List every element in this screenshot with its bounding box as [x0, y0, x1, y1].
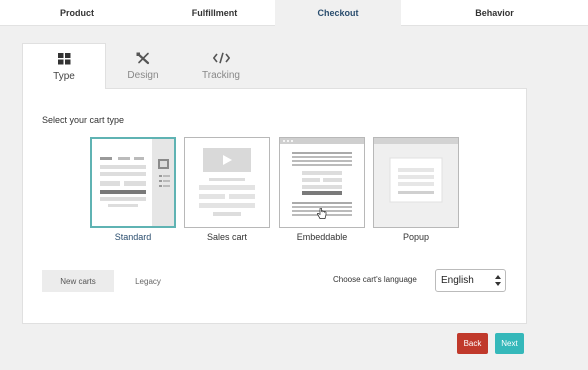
back-button[interactable]: Back: [457, 333, 488, 354]
new-carts-button[interactable]: New carts: [42, 270, 114, 292]
subtab-type[interactable]: Type: [22, 43, 106, 89]
cart-type-prompt: Select your cart type: [42, 115, 125, 125]
cart-option-embeddable[interactable]: [279, 137, 365, 228]
top-tab-bar: Product Fulfillment Checkout Behavior: [0, 0, 588, 26]
code-icon: [212, 50, 230, 66]
cart-option-standard-label: Standard: [114, 232, 152, 242]
language-label: Choose cart's language: [333, 275, 417, 284]
cart-option-sales-cart[interactable]: [184, 137, 270, 228]
cart-option-popup-label: Popup: [402, 232, 430, 242]
popup-cart-illustration: [374, 138, 458, 227]
next-button[interactable]: Next: [495, 333, 524, 354]
cart-option-popup[interactable]: [373, 137, 459, 228]
tab-fulfillment[interactable]: Fulfillment: [154, 0, 275, 26]
subtab-type-label: Type: [53, 71, 75, 82]
subtab-tracking[interactable]: Tracking: [180, 43, 262, 88]
subtab-design[interactable]: Design: [102, 43, 184, 88]
sales-cart-illustration: [199, 148, 255, 216]
language-select[interactable]: English: [435, 269, 506, 292]
language-select-value: English: [441, 275, 474, 286]
tab-product[interactable]: Product: [0, 0, 154, 26]
design-tools-icon: [136, 50, 150, 66]
grid-icon: [57, 51, 71, 67]
standard-cart-illustration: [100, 139, 174, 226]
tab-checkout[interactable]: Checkout: [275, 0, 401, 26]
pointer-cursor-icon: [317, 208, 327, 219]
tab-behavior[interactable]: Behavior: [401, 0, 588, 26]
subtab-design-label: Design: [127, 70, 159, 81]
cart-option-embeddable-label: Embeddable: [296, 232, 348, 242]
select-arrows-icon: [495, 275, 501, 286]
cart-option-sales-cart-label: Sales cart: [206, 232, 248, 242]
cart-option-standard[interactable]: [90, 137, 176, 228]
legacy-button[interactable]: Legacy: [114, 270, 182, 292]
subtab-tracking-label: Tracking: [202, 70, 240, 81]
